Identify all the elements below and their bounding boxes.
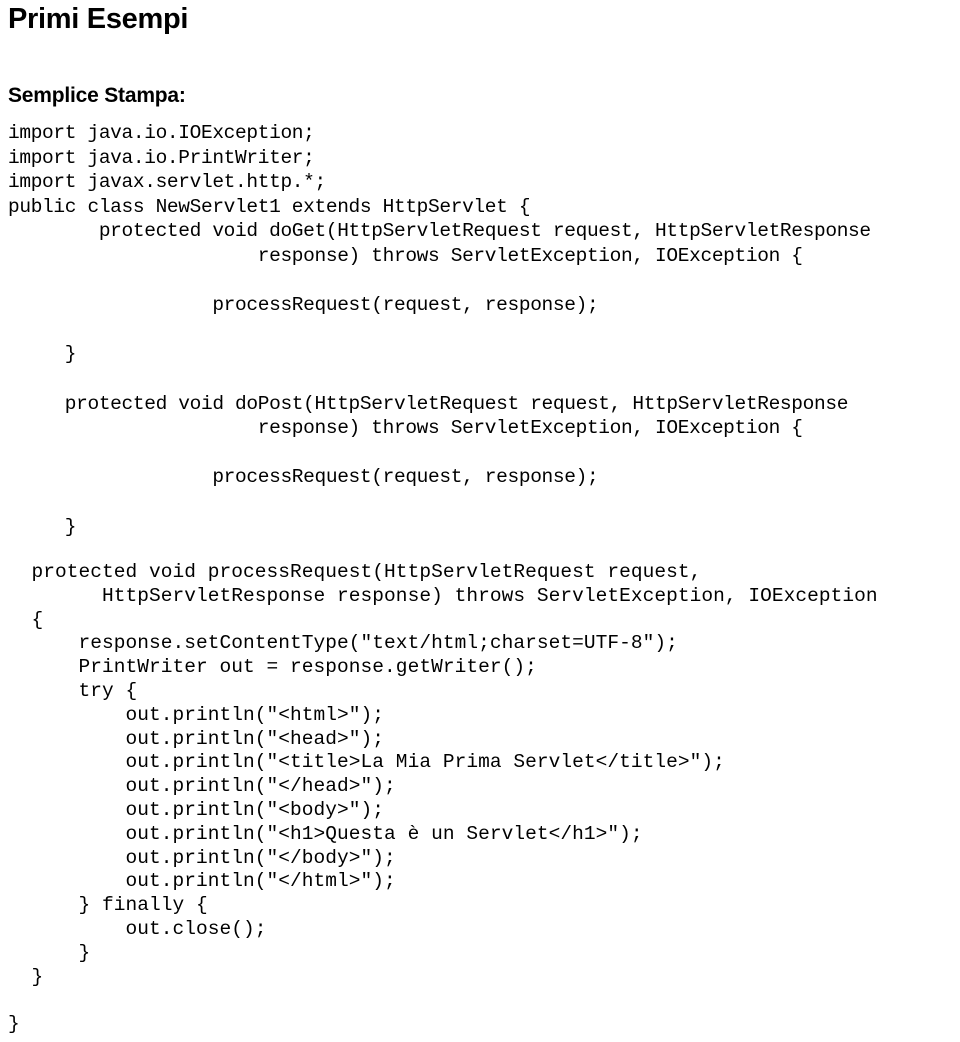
- code-line: protected void processRequest(HttpServle…: [8, 561, 702, 584]
- code-line: import javax.servlet.http.*;: [8, 171, 326, 194]
- code-line: public class NewServlet1 extends HttpSer…: [8, 195, 531, 218]
- document-page: Primi Esempi Semplice Stampa: import jav…: [0, 0, 960, 1042]
- code-line: import java.io.PrintWriter;: [8, 146, 315, 169]
- code-line: out.println("<html>");: [8, 703, 385, 726]
- code-line: }: [8, 965, 44, 988]
- code-line: out.println("</head>");: [8, 775, 396, 798]
- code-line: }: [8, 343, 77, 366]
- code-line: protected void doGet(HttpServletRequest …: [8, 220, 871, 243]
- code-line: processRequest(request, response);: [8, 294, 599, 317]
- code-line: out.close();: [8, 918, 267, 941]
- code-line: processRequest(request, response);: [8, 466, 599, 489]
- code-line: out.println("</html>");: [8, 870, 396, 893]
- code-line: }: [8, 941, 91, 964]
- code-block-process-request: protected void processRequest(HttpServle…: [8, 539, 952, 1037]
- code-line: protected void doPost(HttpServletRequest…: [8, 392, 849, 415]
- code-line: }: [8, 1013, 20, 1036]
- code-line: }: [8, 515, 77, 538]
- code-line: try {: [8, 680, 138, 703]
- code-line: response.setContentType("text/html;chars…: [8, 632, 678, 655]
- code-line: {: [8, 608, 44, 631]
- code-line: response) throws ServletException, IOExc…: [8, 244, 803, 267]
- code-line: out.println("<h1>Questa è un Servlet</h1…: [8, 822, 643, 845]
- code-line: import java.io.IOException;: [8, 122, 315, 144]
- code-line: HttpServletResponse response) throws Ser…: [8, 584, 878, 607]
- code-line: response) throws ServletException, IOExc…: [8, 417, 803, 440]
- code-line: out.println("<title>La Mia Prima Servlet…: [8, 751, 725, 774]
- code-line: out.println("<body>");: [8, 799, 385, 822]
- code-line: PrintWriter out = response.getWriter();: [8, 656, 537, 679]
- section-heading: Semplice Stampa:: [8, 84, 186, 107]
- code-block-servlet-declaration: import java.io.IOException; import java.i…: [8, 108, 952, 539]
- code-line: out.println("<head>");: [8, 727, 385, 750]
- page-title: Primi Esempi: [8, 3, 189, 35]
- code-line: out.println("</body>");: [8, 846, 396, 869]
- code-line: } finally {: [8, 894, 208, 917]
